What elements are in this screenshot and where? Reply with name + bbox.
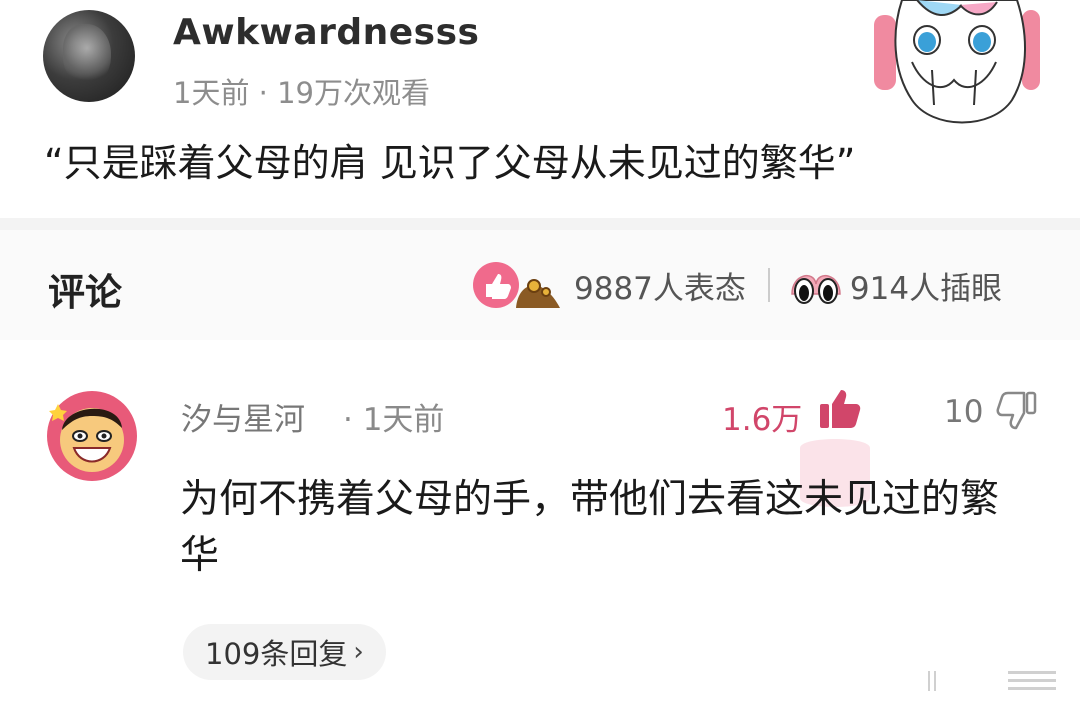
comments-header: 评论 9887人表态 914人插眼	[0, 230, 1080, 340]
replies-label: 109条回复	[205, 637, 348, 671]
post-card: Awkwardnesss 1天前 · 19万次观看 “只是踩着父母的肩 见识了父…	[0, 0, 1080, 218]
bottom-watermark	[928, 671, 1056, 691]
comment-text: 为何不携着父母的手，带他们去看这未见过的繁华	[180, 477, 1000, 578]
crying-unicorn-sticker	[874, 0, 1040, 124]
reaction-summary[interactable]: 9887人表态 914人插眼	[472, 260, 1002, 310]
comments-title: 评论	[48, 271, 122, 314]
chevron-right-icon: ›	[353, 637, 364, 667]
author-name[interactable]: Awkwardnesss	[173, 12, 479, 53]
view-replies-button[interactable]: 109条回复 ›	[183, 624, 386, 680]
eyes-icon	[791, 274, 841, 304]
comment-time: · 1天前	[343, 402, 445, 438]
thumbs-up-icon[interactable]	[816, 386, 862, 432]
commenter-name[interactable]: 汐与星河	[181, 394, 305, 439]
divider	[767, 268, 770, 302]
reactions-count: 9887人表态	[574, 270, 746, 307]
comment-item: 汐与星河 · 1天前 1.6万 10 为何不携着父母的手，带他们去看这未见过的繁…	[0, 340, 1080, 718]
author-avatar[interactable]	[43, 10, 135, 102]
post-meta: 1天前 · 19万次观看	[173, 76, 431, 110]
dislike-count: 10	[944, 394, 984, 430]
section-divider	[0, 218, 1080, 230]
post-text: “只是踩着父母的肩 见识了父母从未见过的繁华”	[44, 141, 856, 185]
eyes-count: 914人插眼	[849, 270, 1003, 307]
like-badge-icon	[473, 262, 560, 308]
thumbs-down-icon[interactable]	[996, 390, 1038, 432]
commenter-avatar[interactable]	[46, 390, 138, 482]
